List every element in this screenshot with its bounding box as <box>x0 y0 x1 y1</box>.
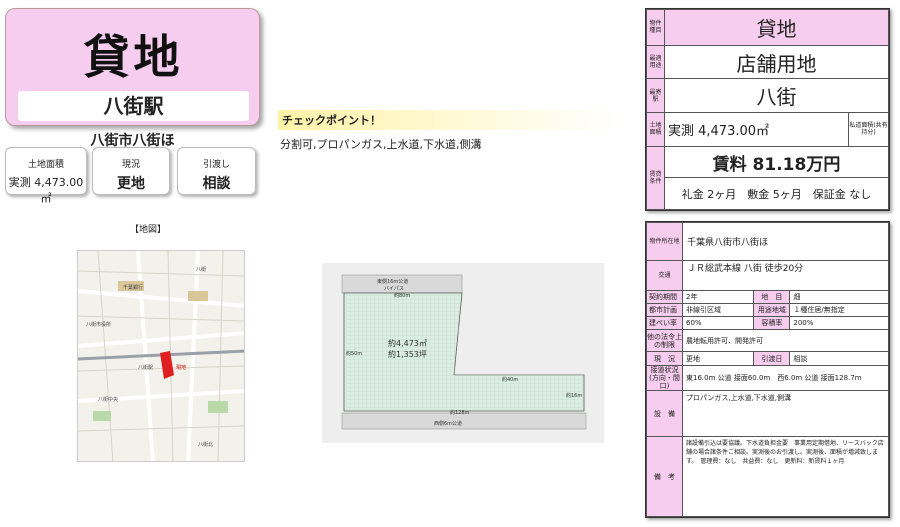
details-equipment: プロパンガス,上水道,下水道,側溝 <box>682 390 889 437</box>
svg-text:現地: 現地 <box>176 364 186 371</box>
row-value: １種住居/無指定 <box>789 303 889 317</box>
plan-left-length: 約50m <box>346 350 362 357</box>
row-label: 都市計画 <box>646 303 683 317</box>
details-location: 千葉県八街市八街ほ <box>682 222 889 261</box>
summary-use: 店舗用地 <box>664 44 889 80</box>
row-value: 畑 <box>789 290 889 304</box>
info-box-status: 現況 更地 <box>92 147 170 195</box>
info-value: 実測 4,473.00㎡ <box>8 176 84 205</box>
site-plan-graphic: 東側16m公道 バイパス 約80m 約50m 約4,473㎡ 約1,353坪 約… <box>341 274 587 430</box>
site-plan: 東側16m公道 バイパス 約80m 約50m 約4,473㎡ 約1,353坪 約… <box>322 263 604 443</box>
area-map: 千葉銀行 八街 八街市役所 八街駅 現地 八街中央 八街北 <box>77 250 245 462</box>
checkpoint-title: チェックポイント！ <box>282 114 381 127</box>
row-value: 非線引区域 <box>681 303 755 317</box>
plan-area-sqm: 約4,473㎡ <box>388 338 427 348</box>
road-label: 接道状況(方向・間口) <box>646 365 683 391</box>
map-caption: 【地図】 <box>130 225 167 235</box>
summary-type: 貸地 <box>664 9 889 46</box>
station-name: 八街駅 <box>18 91 249 121</box>
info-label: 土地面積 <box>27 160 64 170</box>
row-value: 2年 <box>681 290 755 304</box>
rent-label: 賃貸条件 <box>646 145 665 211</box>
svg-text:八街: 八街 <box>196 266 206 273</box>
row-value: 200% <box>789 316 889 330</box>
row-label: 容積率 <box>753 316 791 330</box>
details-status: 更地 <box>681 351 755 366</box>
info-value: 更地 <box>117 176 145 192</box>
details-notes: 諸設備引込は要協議。下水道負担金要 事業用定期借地、リースバック店舗の場合諸条件… <box>682 436 889 517</box>
type-label: 物件種目 <box>646 9 665 46</box>
title-card: 貸地 八街駅 <box>5 8 260 126</box>
map-graphic: 千葉銀行 八街 八街市役所 八街駅 現地 八街中央 八街北 <box>78 251 244 461</box>
svg-text:八街北: 八街北 <box>198 441 213 448</box>
row-label: 用途地域 <box>753 303 791 317</box>
row-label: 地 目 <box>753 290 791 304</box>
info-box-area: 土地面積 実測 4,473.00㎡ <box>5 147 87 205</box>
details-road: 東16.0m 公道 接面60.0m 西6.0m 公道 接面128.7m <box>682 365 889 391</box>
plan-area-tsubo: 約1,353坪 <box>388 349 427 359</box>
equipment-label: 設 備 <box>646 390 683 437</box>
summary-area: 実測 4,473.00㎡ <box>664 112 849 147</box>
delivery-label: 引渡日 <box>753 351 791 366</box>
details-panel: 物件所在地 千葉県八街市八街ほ 交通 ＪＲ総武本線 八街 徒歩20分 契約期間 … <box>645 221 890 518</box>
plan-top-road: 東側16m公道 <box>377 278 408 285</box>
plan-right-length: 約16m <box>566 392 582 399</box>
plan-bottom-length: 約128m <box>450 409 470 416</box>
area-label: 土地面積 <box>646 112 665 147</box>
summary-rent: 賃料 81.18万円 <box>664 145 889 179</box>
info-label: 現況 <box>121 160 140 170</box>
info-label: 引渡し <box>202 160 230 170</box>
summary-conditions: 礼金 2ヶ月 敷金 5ヶ月 保証金 なし <box>664 177 889 210</box>
status-label: 現 況 <box>646 351 683 366</box>
svg-text:八街市役所: 八街市役所 <box>86 321 111 328</box>
plan-bottom-road: 西側6m公道 <box>434 420 462 427</box>
checkpoint-text: 分割可,プロパンガス,上水道,下水道,側溝 <box>280 138 482 151</box>
details-transport: ＪＲ総武本線 八街 徒歩20分 <box>682 260 889 291</box>
info-box-delivery: 引渡し 相談 <box>177 147 256 195</box>
summary-panel: 物件種目 貸地 最適用途 店舗用地 最寄駅 八街 土地面積 実測 4,473.0… <box>645 8 890 211</box>
info-value: 相談 <box>202 176 231 192</box>
station-label: 最寄駅 <box>646 78 665 114</box>
row-label: 契約期間 <box>646 290 683 304</box>
svg-text:八街中央: 八街中央 <box>98 396 118 403</box>
row-value: 60% <box>681 316 755 330</box>
row-label: 建ぺい率 <box>646 316 683 330</box>
details-other: 農地転用許可、開発許可 <box>682 329 889 352</box>
location-label: 物件所在地 <box>646 222 683 261</box>
plan-top-note: バイパス <box>384 286 404 292</box>
listing-type-title: 貸地 <box>83 30 184 84</box>
use-label: 最適用途 <box>646 44 665 80</box>
summary-station: 八街 <box>664 78 889 114</box>
plan-inner-length: 約40m <box>502 376 518 383</box>
svg-text:八街駅: 八街駅 <box>138 364 153 371</box>
plan-top-length: 約80m <box>394 292 410 299</box>
svg-text:千葉銀行: 千葉銀行 <box>123 284 143 291</box>
details-delivery: 相談 <box>789 351 889 366</box>
notes-label: 備 考 <box>646 436 683 517</box>
transport-label: 交通 <box>646 260 683 291</box>
other-label: 他の法令上の制限 <box>646 329 683 352</box>
summary-area-note: 私道面積(共有持分) <box>848 112 889 147</box>
